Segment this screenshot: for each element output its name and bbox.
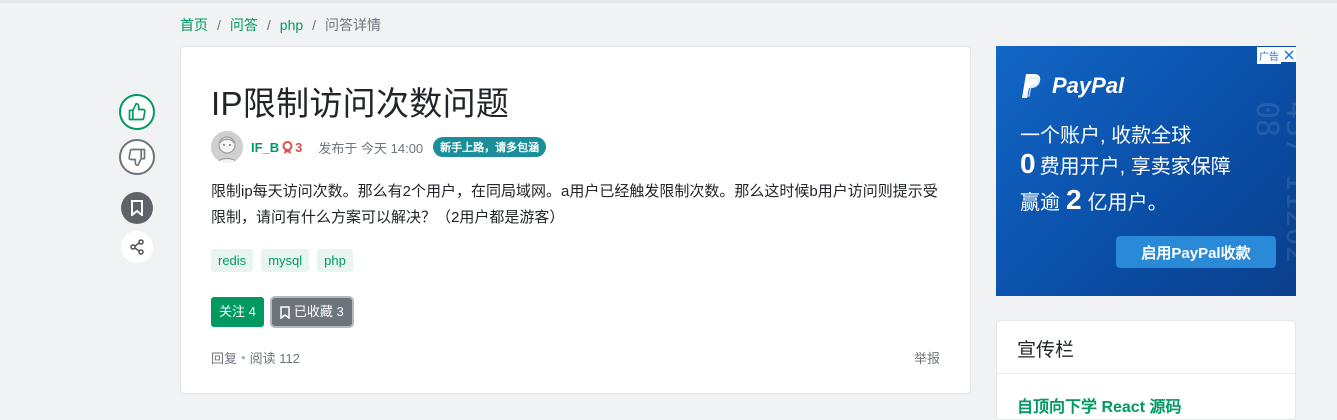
favorite-label: 已收藏 3	[293, 304, 344, 319]
ad-headline-3-b: 亿用户。	[1087, 192, 1168, 214]
ad-headline-2: 0 费用开户, 享卖家保障	[1020, 148, 1231, 180]
breadcrumb-separator: /	[312, 17, 317, 33]
breadcrumb-php[interactable]: php	[280, 17, 303, 33]
ad-headline-2-text: 费用开户, 享卖家保障	[1039, 156, 1231, 178]
bookmark-icon	[280, 305, 290, 319]
promo-title: 宣传栏	[1017, 340, 1075, 361]
question-body: 限制ip每天访问次数。那么有2个用户，在同局域网。a用户已经触发限制次数。那么这…	[211, 183, 938, 226]
question-actions: 关注 4 已收藏 3	[211, 297, 352, 327]
ad-big-two: 2	[1066, 184, 1082, 215]
tag-php[interactable]: php	[317, 249, 353, 272]
close-icon	[1283, 49, 1294, 60]
ad-headline-3: 赢逾 2 亿用户。	[1020, 184, 1168, 216]
upvote-button[interactable]	[119, 94, 155, 130]
favorite-button[interactable]: 已收藏 3	[271, 298, 352, 326]
tag-list: redis mysql php	[211, 249, 353, 272]
report-link[interactable]: 举报	[914, 348, 940, 367]
breadcrumb: 首页 / 问答 / php / 问答详情	[180, 15, 381, 35]
breadcrumb-home[interactable]: 首页	[180, 15, 208, 35]
ad-headline-3-a: 赢逾	[1020, 192, 1060, 214]
ad-close-button[interactable]	[1281, 47, 1296, 62]
promo-panel: 宣传栏 自顶向下学 React 源码	[996, 320, 1296, 420]
paypal-icon	[1022, 74, 1041, 98]
downvote-button[interactable]	[119, 139, 155, 175]
tag-redis[interactable]: redis	[211, 249, 254, 272]
ad-brand: PayPal	[1052, 73, 1125, 98]
tag-mysql[interactable]: mysql	[261, 249, 310, 272]
author-reputation: 3	[295, 139, 303, 155]
question-title: IP限制访问次数问题	[211, 85, 510, 122]
medal-icon	[282, 140, 293, 154]
breadcrumb-separator: /	[266, 17, 271, 33]
bookmark-icon	[131, 200, 143, 216]
breadcrumb-separator: /	[217, 17, 221, 33]
top-border	[0, 0, 1337, 3]
question-stats: 回复 • 阅读 112	[211, 348, 300, 367]
ad-big-zero: 0	[1020, 148, 1036, 179]
promo-link[interactable]: 自顶向下学 React 源码	[1017, 393, 1181, 417]
question-meta: IF_B 3 发布于 今天 14:00 新手上路，请多包涵	[211, 131, 547, 163]
follow-button[interactable]: 关注 4	[211, 297, 264, 327]
share-icon	[130, 239, 144, 255]
ad-headline-1: 一个账户, 收款全球	[1020, 125, 1192, 147]
divider	[997, 373, 1295, 374]
posted-time: 发布于 今天 14:00	[318, 140, 424, 156]
share-button[interactable]	[121, 231, 153, 263]
thumbs-down-icon	[128, 148, 146, 167]
paypal-ad[interactable]: 374529140 0 3834 2 16 3945 5437 1120208 …	[996, 46, 1296, 296]
breadcrumb-current: 问答详情	[325, 17, 382, 33]
author-name[interactable]: IF_B	[251, 140, 279, 155]
reply-link[interactable]: 回复	[211, 348, 237, 367]
avatar[interactable]	[211, 131, 243, 163]
newbie-badge: 新手上路，请多包涵	[433, 137, 547, 157]
question-card: IP限制访问次数问题 IF_B 3 发布于 今天 14:00 新手上路，请多包涵…	[180, 46, 971, 394]
ad-cta-button[interactable]: 启用PayPal收款	[1116, 236, 1276, 268]
bookmark-button[interactable]	[121, 192, 153, 224]
breadcrumb-qa[interactable]: 问答	[230, 15, 258, 35]
separator-dot: •	[241, 350, 246, 365]
ad-label: 广告	[1257, 47, 1281, 64]
thumbs-up-icon	[128, 102, 146, 121]
paypal-logo: PayPal	[1020, 72, 1124, 100]
avatar-icon	[211, 131, 243, 163]
view-count: 阅读 112	[249, 351, 300, 366]
